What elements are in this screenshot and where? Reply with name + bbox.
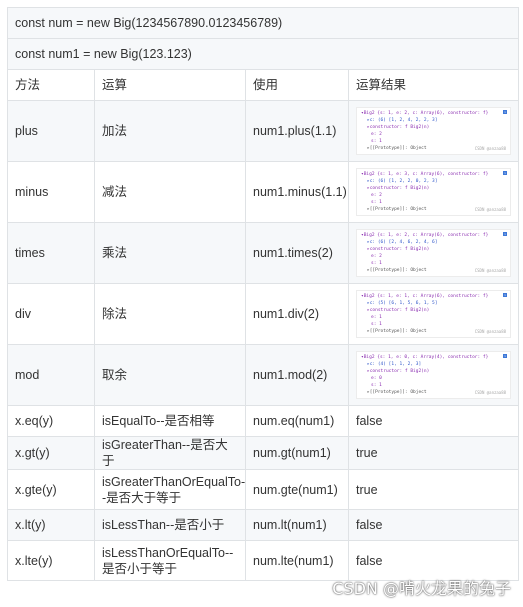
usage-cell: num1.plus(1.1) bbox=[245, 100, 349, 162]
console-line: s: 1 bbox=[371, 139, 382, 144]
console-output-screenshot: i ▾Big2 {s: 1, e: 3, c: Array(6), constr… bbox=[356, 168, 512, 216]
console-line: s: 1 bbox=[371, 322, 382, 327]
csdn-watermark: CSDN @啃火龙果的兔子 bbox=[332, 579, 511, 598]
console-line: ▸constructor: f Big2(n) bbox=[367, 247, 430, 252]
header-operation: 运算 bbox=[94, 69, 246, 101]
info-icon: i bbox=[503, 293, 508, 297]
console-line: ▾Big2 {s: 1, e: 3, c: Array(6), construc… bbox=[361, 172, 489, 177]
table-row: x.gte(y) isGreaterThanOrEqualTo--是否大于等于 … bbox=[7, 469, 520, 510]
console-output-screenshot: i ▾Big2 {s: 1, e: 2, c: Array(6), constr… bbox=[356, 107, 512, 155]
result-cell: i ▾Big2 {s: 1, e: 3, c: Array(6), constr… bbox=[347, 161, 520, 223]
console-line: s: 1 bbox=[371, 200, 382, 205]
header-method: 方法 bbox=[7, 69, 95, 101]
console-line: ▾Big2 {s: 1, e: 1, c: Array(6), construc… bbox=[361, 294, 489, 299]
console-line: e: 1 bbox=[371, 315, 382, 320]
usage-cell: num.gt(num1) bbox=[245, 436, 349, 470]
result-cell: true bbox=[347, 469, 520, 510]
table-row: minus 减法 num1.minus(1.1) i ▾Big2 {s: 1, … bbox=[7, 161, 520, 223]
console-line: ▸constructor: f Big2(n) bbox=[367, 186, 430, 191]
result-cell: false bbox=[347, 509, 520, 541]
method-cell: minus bbox=[7, 161, 95, 223]
table-row-const-num1: const num1 = new Big(123.123) bbox=[6, 38, 520, 70]
operation-cell: isEqualTo--是否相等 bbox=[94, 405, 246, 437]
method-cell: mod bbox=[7, 344, 95, 406]
result-cell: i ▾Big2 {s: 1, e: 2, c: Array(6), constr… bbox=[347, 222, 520, 284]
usage-cell: num1.div(2) bbox=[245, 283, 349, 345]
usage-cell: num1.minus(1.1) bbox=[245, 161, 349, 223]
table-row: div 除法 num1.div(2) i ▾Big2 {s: 1, e: 1, … bbox=[7, 283, 520, 345]
method-cell: div bbox=[7, 283, 95, 345]
console-line: e: 2 bbox=[371, 132, 382, 137]
console-line: ▾Big2 {s: 1, e: 2, c: Array(6), construc… bbox=[361, 111, 489, 116]
operation-cell: 取余 bbox=[94, 344, 246, 406]
method-cell: x.eq(y) bbox=[7, 405, 95, 437]
operation-cell: 减法 bbox=[94, 161, 246, 223]
method-cell: plus bbox=[7, 100, 95, 162]
console-line: ▸constructor: f Big2(n) bbox=[367, 308, 430, 313]
console-line: ▾Big2 {s: 1, e: 0, c: Array(4), construc… bbox=[361, 355, 489, 360]
console-line: ▸c: (5) [6, 1, 5, 6, 1, 5] bbox=[367, 301, 438, 306]
console-line: e: 0 bbox=[371, 376, 382, 381]
table-row: x.lt(y) isLessThan--是否小于 num.lt(num1) fa… bbox=[7, 509, 520, 541]
result-cell: i ▾Big2 {s: 1, e: 0, c: Array(4), constr… bbox=[347, 344, 520, 406]
screenshot-watermark: CSDN @anzaa88 bbox=[474, 207, 507, 212]
usage-cell: num1.times(2) bbox=[245, 222, 349, 284]
result-cell: false bbox=[347, 405, 520, 437]
console-output-screenshot: i ▾Big2 {s: 1, e: 0, c: Array(4), constr… bbox=[356, 351, 512, 399]
table-row: x.eq(y) isEqualTo--是否相等 num.eq(num1) fal… bbox=[7, 405, 520, 437]
info-icon: i bbox=[503, 354, 508, 358]
usage-cell: num1.mod(2) bbox=[245, 344, 349, 406]
const-num1-cell: const num1 = new Big(123.123) bbox=[6, 38, 520, 70]
method-cell: x.gte(y) bbox=[7, 469, 95, 510]
operation-cell: isLessThanOrEqualTo--是否小于等于 bbox=[94, 540, 246, 581]
header-usage: 使用 bbox=[245, 69, 349, 101]
result-cell: i ▾Big2 {s: 1, e: 2, c: Array(6), constr… bbox=[347, 100, 520, 162]
method-cell: x.lte(y) bbox=[7, 540, 95, 581]
console-line: ▸c: (4) [1, 1, 2, 3] bbox=[367, 362, 422, 367]
method-cell: x.gt(y) bbox=[7, 436, 95, 470]
table-row: mod 取余 num1.mod(2) i ▾Big2 {s: 1, e: 0, … bbox=[7, 344, 520, 406]
usage-cell: num.eq(num1) bbox=[245, 405, 349, 437]
console-line: ▸c: (6) [1, 2, 4, 2, 2, 3] bbox=[367, 118, 438, 123]
console-line: ▸c: (6) [1, 2, 2, 0, 2, 3] bbox=[367, 179, 438, 184]
info-icon: i bbox=[503, 232, 508, 236]
console-line: s: 1 bbox=[371, 383, 382, 388]
result-cell: i ▾Big2 {s: 1, e: 1, c: Array(6), constr… bbox=[347, 283, 520, 345]
screenshot-watermark: CSDN @anzaa88 bbox=[474, 329, 507, 334]
operation-cell: isGreaterThanOrEqualTo--是否大于等于 bbox=[94, 469, 246, 510]
table-header-row: 方法 运算 使用 运算结果 bbox=[7, 69, 520, 101]
info-icon: i bbox=[503, 171, 508, 175]
console-output-screenshot: i ▾Big2 {s: 1, e: 1, c: Array(6), constr… bbox=[356, 290, 512, 338]
operation-cell: isLessThan--是否小于 bbox=[94, 509, 246, 541]
result-cell: true bbox=[347, 436, 520, 470]
console-output-screenshot: i ▾Big2 {s: 1, e: 2, c: Array(6), constr… bbox=[356, 229, 512, 277]
operation-cell: 除法 bbox=[94, 283, 246, 345]
big-js-api-table: const num = new Big(1234567890.012345678… bbox=[6, 7, 520, 581]
info-icon: i bbox=[503, 110, 508, 114]
console-line: s: 1 bbox=[371, 261, 382, 266]
operation-cell: 乘法 bbox=[94, 222, 246, 284]
screenshot-watermark: CSDN @anzaa88 bbox=[474, 146, 507, 151]
screenshot-watermark: CSDN @anzaa88 bbox=[474, 268, 507, 273]
table-row: x.gt(y) isGreaterThan--是否大于 num.gt(num1)… bbox=[7, 436, 520, 470]
table-row-const-num: const num = new Big(1234567890.012345678… bbox=[6, 7, 520, 39]
console-line: ▸c: (6) [2, 4, 6, 2, 4, 6] bbox=[367, 240, 438, 245]
console-line: e: 2 bbox=[371, 254, 382, 259]
table-row: times 乘法 num1.times(2) i ▾Big2 {s: 1, e:… bbox=[7, 222, 520, 284]
const-num-cell: const num = new Big(1234567890.012345678… bbox=[6, 7, 520, 39]
operation-cell: 加法 bbox=[94, 100, 246, 162]
table-row: plus 加法 num1.plus(1.1) i ▾Big2 {s: 1, e:… bbox=[7, 100, 520, 162]
console-line: e: 2 bbox=[371, 193, 382, 198]
screenshot-watermark: CSDN @anzaa88 bbox=[474, 390, 507, 395]
method-cell: times bbox=[7, 222, 95, 284]
console-line: ▾Big2 {s: 1, e: 2, c: Array(6), construc… bbox=[361, 233, 489, 238]
operation-cell: isGreaterThan--是否大于 bbox=[94, 436, 246, 470]
console-line: ▸constructor: f Big2(n) bbox=[367, 125, 430, 130]
method-cell: x.lt(y) bbox=[7, 509, 95, 541]
usage-cell: num.lt(num1) bbox=[245, 509, 349, 541]
console-line: ▸constructor: f Big2(n) bbox=[367, 369, 430, 374]
header-result: 运算结果 bbox=[347, 69, 520, 101]
usage-cell: num.gte(num1) bbox=[245, 469, 349, 510]
